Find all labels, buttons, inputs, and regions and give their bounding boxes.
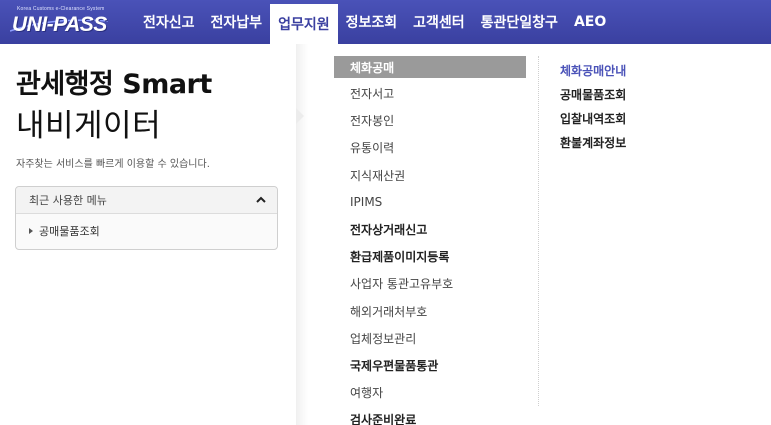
top-navigation-bar: Korea Customs e-Clearance System UNI-PAS… [0, 0, 771, 44]
menu-item-company-info[interactable]: 업체정보관리 [334, 325, 526, 352]
nav-customer-center[interactable]: 고객센터 [405, 0, 473, 44]
page-title-line2: 내비게이터 [16, 108, 162, 144]
submenu-item-bid-history[interactable]: 입찰내역조회 [560, 106, 626, 130]
menu-item-business-customs-code[interactable]: 사업자 통관고유부호 [334, 270, 526, 297]
bullet-arrow-icon [29, 228, 33, 234]
menu-item-refund-product-image[interactable]: 환급제품이미지등록 [334, 243, 526, 270]
recent-menu-heading: 최근 사용한 메뉴 [29, 194, 107, 207]
submenu-item-refund-account[interactable]: 환불계좌정보 [560, 130, 626, 154]
nav-info-inquiry[interactable]: 정보조회 [338, 0, 406, 44]
submenu-item-auction-goods[interactable]: 공매물품조회 [560, 82, 626, 106]
menu-item-overseas-partner-code[interactable]: 해외거래처부호 [334, 298, 526, 325]
page-title-line1: 관세행정 Smart [16, 69, 212, 100]
smart-navigator-panel: 관세행정 Smart 내비게이터 자주찾는 서비스를 빠르게 이용할 수 있습니… [0, 44, 296, 425]
recent-menu-item-label: 공매물품조회 [39, 225, 100, 238]
menu-item-intellectual-property[interactable]: 지식재산권 [334, 162, 526, 189]
nav-e-payment[interactable]: 전자납부 [203, 0, 271, 44]
nav-aeo[interactable]: AEO [566, 0, 614, 44]
recent-menu-box: 최근 사용한 메뉴 공매물품조회 [15, 186, 278, 250]
logo-text: UNI-PASS [12, 13, 107, 36]
menu-item-surplus-auction[interactable]: 체화공매 [334, 56, 526, 78]
menu-item-inspection-ready[interactable]: 검사준비완료 [334, 406, 526, 425]
chevron-up-icon[interactable] [255, 195, 267, 205]
menu-item-ecommerce-declaration[interactable]: 전자상거래신고 [334, 216, 526, 243]
nav-single-window[interactable]: 통관단일창구 [473, 0, 566, 44]
menu-item-international-mail[interactable]: 국제우편물품통관 [334, 352, 526, 379]
menu-divider [538, 56, 539, 406]
panel-pointer-icon [296, 108, 304, 124]
uni-pass-logo[interactable]: Korea Customs e-Clearance System UNI-PAS… [10, 6, 110, 40]
menu-item-traveler[interactable]: 여행자 [334, 379, 526, 406]
submenu-item-auction-guide[interactable]: 체화공매안내 [560, 58, 626, 82]
menu-item-ipims[interactable]: IPIMS [334, 189, 526, 216]
main-nav: 전자신고 전자납부 업무지원 정보조회 고객센터 통관단일창구 AEO [135, 0, 614, 44]
panel-divider [296, 44, 308, 425]
nav-e-declaration[interactable]: 전자신고 [135, 0, 203, 44]
menu-item-distribution-history[interactable]: 유통이력 [334, 134, 526, 161]
menu-item-e-archive[interactable]: 전자서고 [334, 80, 526, 107]
page-subtitle: 자주찾는 서비스를 빠르게 이용할 수 있습니다. [16, 159, 210, 170]
submenu: 체화공매안내 공매물품조회 입찰내역조회 환불계좌정보 [560, 58, 626, 154]
nav-business-support[interactable]: 업무지원 [270, 4, 338, 44]
recent-menu-item[interactable]: 공매물품조회 [16, 214, 277, 248]
category-menu: 체화공매 전자서고 전자봉인 유통이력 지식재산권 IPIMS 전자상거래신고 … [334, 56, 526, 425]
recent-menu-header[interactable]: 최근 사용한 메뉴 [16, 187, 277, 214]
menu-item-e-seal[interactable]: 전자봉인 [334, 107, 526, 134]
logo-subtext: Korea Customs e-Clearance System [17, 6, 105, 12]
